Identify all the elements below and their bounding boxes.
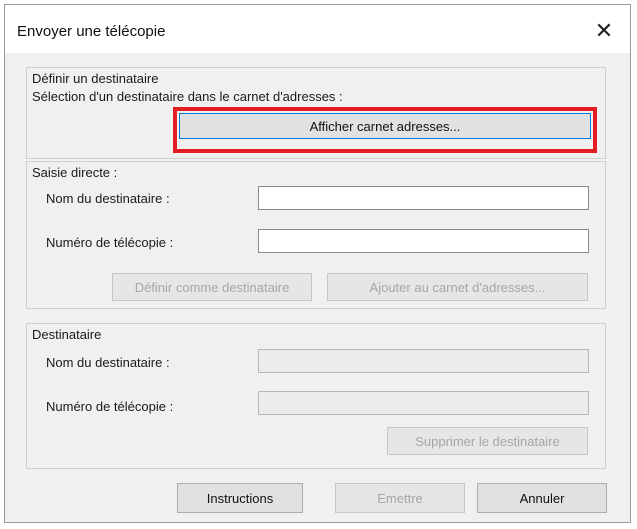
recipient-heading: Destinataire	[32, 327, 102, 342]
send-fax-dialog: Envoyer une télécopie ✕ Définir un desti…	[4, 4, 631, 523]
send-button[interactable]: Emettre	[335, 483, 465, 513]
show-addressbook-button[interactable]: Afficher carnet adresses...	[179, 113, 591, 139]
define-recipient-heading: Définir un destinataire	[32, 71, 159, 86]
add-to-addressbook-button[interactable]: Ajouter au carnet d'adresses...	[327, 273, 588, 301]
delete-recipient-button[interactable]: Supprimer le destinataire	[387, 427, 588, 455]
recipient-fax-field	[258, 391, 589, 415]
set-recipient-button[interactable]: Définir comme destinataire	[112, 273, 312, 301]
title-bar: Envoyer une télécopie ✕	[5, 5, 630, 53]
direct-fax-label: Numéro de télécopie :	[46, 235, 174, 250]
direct-fax-input[interactable]	[258, 229, 589, 253]
dialog-title: Envoyer une télécopie	[17, 23, 166, 40]
recipient-name-field	[258, 349, 589, 373]
recipient-name-label: Nom du destinataire :	[46, 355, 170, 370]
direct-name-label: Nom du destinataire :	[46, 191, 170, 206]
instructions-button[interactable]: Instructions	[177, 483, 303, 513]
addressbook-selection-label: Sélection d'un destinataire dans le carn…	[32, 89, 343, 104]
close-icon[interactable]: ✕	[590, 17, 618, 45]
cancel-button[interactable]: Annuler	[477, 483, 607, 513]
recipient-fax-label: Numéro de télécopie :	[46, 399, 174, 414]
direct-entry-heading: Saisie directe :	[32, 165, 118, 180]
direct-name-input[interactable]	[258, 186, 589, 210]
